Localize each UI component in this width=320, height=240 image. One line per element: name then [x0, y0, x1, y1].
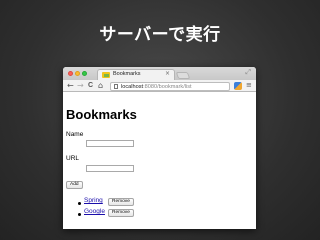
browser-toolbar: ← → C ⌂ localhost:8080/bookmark/list ≡	[63, 80, 256, 92]
tab-title: Bookmarks	[113, 71, 141, 77]
bookmark-link-google[interactable]: Google	[84, 208, 105, 215]
fullscreen-icon[interactable]: ⤢	[245, 68, 251, 77]
page-title: Bookmarks	[66, 107, 137, 122]
name-field[interactable]	[86, 140, 134, 147]
minimize-window-button[interactable]	[75, 71, 80, 76]
menu-icon[interactable]: ≡	[246, 81, 252, 89]
close-window-button[interactable]	[68, 71, 73, 76]
url-field[interactable]	[86, 165, 134, 172]
tab-strip: Bookmarks × ⤢	[63, 67, 256, 80]
home-icon[interactable]: ⌂	[98, 81, 103, 91]
tab-bookmarks[interactable]: Bookmarks ×	[97, 69, 175, 80]
url-label: URL	[66, 155, 80, 162]
forward-icon[interactable]: →	[77, 81, 84, 91]
add-button[interactable]: Add	[66, 181, 83, 189]
reload-icon[interactable]: C	[88, 81, 93, 91]
list-bullet	[78, 202, 81, 205]
new-tab-button[interactable]	[175, 72, 191, 79]
page-content: Bookmarks Name URL Add Spring Remove Goo…	[63, 93, 256, 229]
url-path: :8080/bookmark/list	[143, 84, 192, 90]
remove-button-spring[interactable]: Remove	[108, 198, 134, 206]
address-url: localhost:8080/bookmark/list	[121, 83, 192, 91]
browser-window: Bookmarks × ⤢ ← → C ⌂ localhost:8080/boo…	[63, 67, 256, 229]
remove-button-google[interactable]: Remove	[108, 209, 134, 217]
extension-icon[interactable]	[234, 82, 242, 90]
name-label: Name	[66, 131, 84, 138]
close-tab-icon[interactable]: ×	[165, 70, 170, 77]
url-host: localhost	[121, 84, 144, 90]
page-icon	[114, 84, 118, 89]
slide-title: サーバーで実行	[99, 25, 221, 45]
back-icon[interactable]: ←	[67, 81, 74, 91]
address-bar[interactable]: localhost:8080/bookmark/list	[110, 82, 230, 91]
folder-icon	[102, 72, 110, 78]
list-bullet	[78, 213, 81, 216]
bookmark-link-spring[interactable]: Spring	[84, 197, 103, 204]
zoom-window-button[interactable]	[82, 71, 87, 76]
